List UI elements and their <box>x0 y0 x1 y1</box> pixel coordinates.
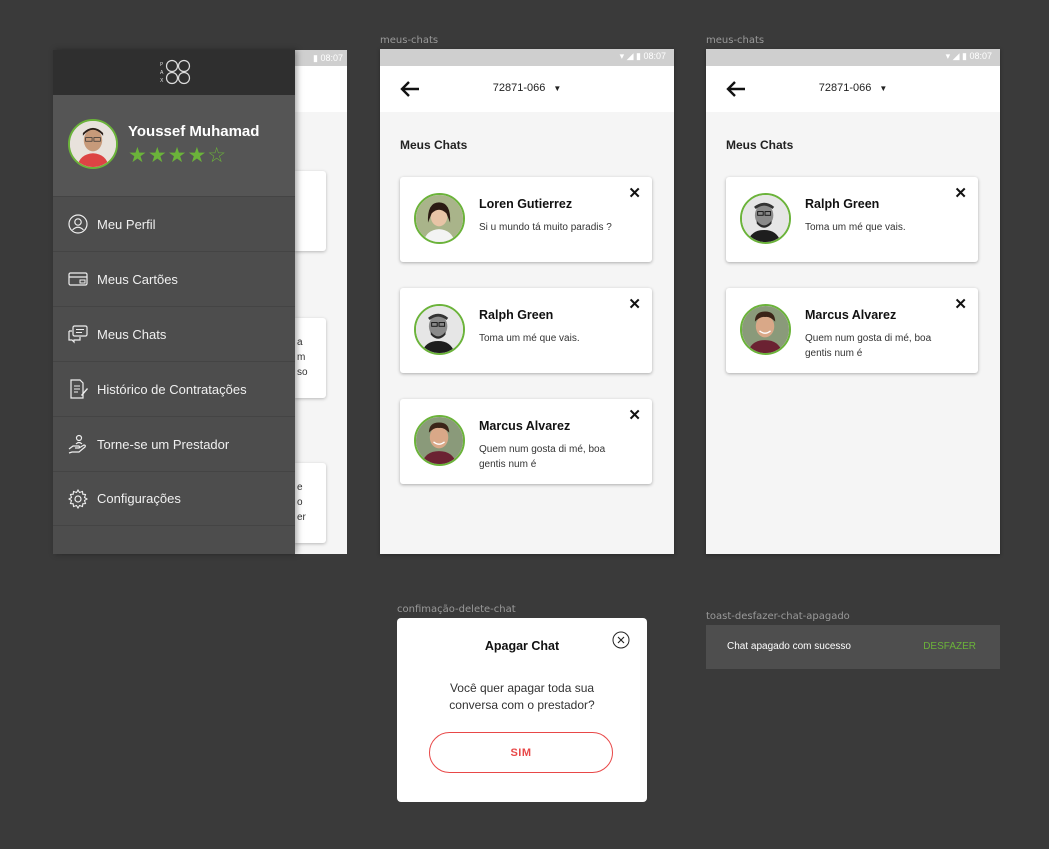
chat-name: Loren Gutierrez <box>479 197 573 211</box>
close-icon[interactable]: ✕ <box>954 295 967 313</box>
status-indicators: ▾ ◢ ▮ 08:07 <box>945 51 992 61</box>
background-screen: ▮ 08:07 a m so e o er <box>295 50 347 554</box>
text-fragment: a <box>297 337 303 348</box>
chat-name: Marcus Alvarez <box>805 308 897 322</box>
menu-item-meus-cartoes[interactable]: Meus Cartões <box>53 251 295 306</box>
menu-item-label: Meu Perfil <box>97 216 156 232</box>
confirm-button[interactable]: SIM <box>429 732 613 773</box>
chat-bubbles-icon <box>68 324 88 344</box>
background-card: e o er <box>295 463 326 543</box>
chat-message: Quem num gosta di mé, boa gentis num é <box>479 444 606 470</box>
drawer-header: P A X <box>53 50 295 95</box>
drawer-menu: Meu Perfil Meus Cartões Meus Chats Histó… <box>53 196 295 526</box>
logo-letter: P <box>160 62 163 68</box>
chat-message: Toma um mé que vais. <box>479 333 580 344</box>
chat-card[interactable]: Ralph Green Toma um mé que vais. ✕ <box>726 177 978 262</box>
profile-section[interactable]: Youssef Muhamad ★★★★☆ <box>53 95 295 196</box>
menu-item-label: Meus Chats <box>97 326 167 342</box>
status-bar: ▾ ◢ ▮ 08:07 <box>380 49 674 66</box>
close-circle-icon[interactable] <box>612 631 630 649</box>
logo-letter: A <box>160 70 164 76</box>
toast-message: Chat apagado com sucesso <box>727 641 851 652</box>
cep-selector[interactable]: 72871-066 ▼ <box>706 82 1000 94</box>
dialog-message: Você quer apagar toda sua conversa com o… <box>449 681 595 712</box>
chat-card[interactable]: Marcus Alvarez Quem num gosta di mé, boa… <box>400 399 652 484</box>
chevron-down-icon: ▼ <box>879 84 888 93</box>
avatar <box>68 119 118 169</box>
page-title: Meus Chats <box>726 138 794 152</box>
status-time: 08:07 <box>969 51 992 61</box>
frame-label: meus-chats <box>380 35 439 46</box>
logo-letter: X <box>160 78 164 84</box>
page-title: Meus Chats <box>400 138 468 152</box>
background-card: a m so <box>295 318 326 398</box>
toast: Chat apagado com sucesso DESFAZER <box>706 625 1000 669</box>
frame-label: confimação-delete-chat <box>397 604 516 615</box>
menu-item-label: Configurações <box>97 491 181 506</box>
chat-card[interactable]: Marcus Alvarez Quem num gosta di mé, boa… <box>726 288 978 373</box>
rating-stars: ★★★★☆ <box>128 144 228 167</box>
credit-card-icon <box>68 269 88 289</box>
avatar <box>414 415 465 466</box>
dialog-title: Apagar Chat <box>484 639 560 653</box>
menu-item-label: Meus Cartões <box>97 271 178 287</box>
status-bar: ▮ 08:07 <box>295 50 347 66</box>
status-time: 08:07 <box>643 51 666 61</box>
meus-chats-screen-after-delete: ▾ ◢ ▮ 08:07 72871-066 ▼ Meus Chats Ralph … <box>706 49 1000 554</box>
text-fragment: e <box>297 482 303 493</box>
chat-name: Ralph Green <box>479 308 554 322</box>
avatar <box>740 304 791 355</box>
text-fragment: o <box>297 497 303 508</box>
avatar <box>414 193 465 244</box>
text-fragment: m <box>297 352 306 363</box>
status-time: 08:07 <box>320 53 343 63</box>
frame-label: meus-chats <box>706 35 765 46</box>
profile-name: Youssef Muhamad <box>128 123 260 140</box>
user-circle-icon <box>68 214 88 234</box>
gear-icon <box>68 488 88 509</box>
background-card <box>295 171 326 251</box>
app-bar: 72871-066 ▼ <box>380 66 674 112</box>
delete-chat-dialog: Apagar Chat Você quer apagar toda sua co… <box>397 618 647 802</box>
avatar <box>740 193 791 244</box>
menu-item-configuracoes[interactable]: Configurações <box>53 471 295 526</box>
close-icon[interactable]: ✕ <box>628 406 641 424</box>
app-bar: 72871-066 ▼ <box>706 66 1000 112</box>
pax-logo: P A X <box>160 59 191 85</box>
avatar <box>414 304 465 355</box>
chat-card[interactable]: Loren Gutierrez Si u mundo tá muito para… <box>400 177 652 262</box>
meus-chats-screen: ▾ ◢ ▮ 08:07 72871-066 ▼ Meus Chats Loren … <box>380 49 674 554</box>
status-bar: ▾ ◢ ▮ 08:07 <box>706 49 1000 66</box>
close-icon[interactable]: ✕ <box>628 184 641 202</box>
chat-message: Toma um mé que vais. <box>805 222 906 233</box>
cep-value: 72871-066 <box>492 82 546 94</box>
chat-message: Si u mundo tá muito paradis ? <box>479 222 612 233</box>
cep-value: 72871-066 <box>818 82 872 94</box>
frame-label: toast-desfazer-chat-apagado <box>706 611 850 622</box>
navigation-drawer: P A X Youssef Muhamad ★★★★☆ Meu Perfil M… <box>53 50 295 554</box>
close-icon[interactable]: ✕ <box>628 295 641 313</box>
menu-item-meus-chats[interactable]: Meus Chats <box>53 306 295 361</box>
menu-item-meu-perfil[interactable]: Meu Perfil <box>53 196 295 251</box>
status-indicators: ▾ ◢ ▮ 08:07 <box>619 51 666 61</box>
text-fragment: er <box>297 512 306 523</box>
chat-message: Quem num gosta di mé, boa gentis num é <box>805 333 932 359</box>
undo-button[interactable]: DESFAZER <box>923 641 976 652</box>
app-bar <box>295 66 347 112</box>
menu-item-historico[interactable]: Histórico de Contratações <box>53 361 295 416</box>
menu-item-label: Torne-se um Prestador <box>97 436 230 452</box>
chevron-down-icon: ▼ <box>553 84 562 93</box>
chat-card[interactable]: Ralph Green Toma um mé que vais. ✕ <box>400 288 652 373</box>
menu-item-torne-se-prestador[interactable]: Torne-se um Prestador <box>53 416 295 471</box>
menu-item-label: Histórico de Contratações <box>97 381 247 397</box>
hand-user-icon <box>68 434 88 454</box>
chat-name: Ralph Green <box>805 197 880 211</box>
text-fragment: so <box>297 367 308 378</box>
chat-name: Marcus Alvarez <box>479 419 571 433</box>
close-icon[interactable]: ✕ <box>954 184 967 202</box>
document-edit-icon <box>68 379 88 399</box>
cep-selector[interactable]: 72871-066 ▼ <box>380 82 674 94</box>
